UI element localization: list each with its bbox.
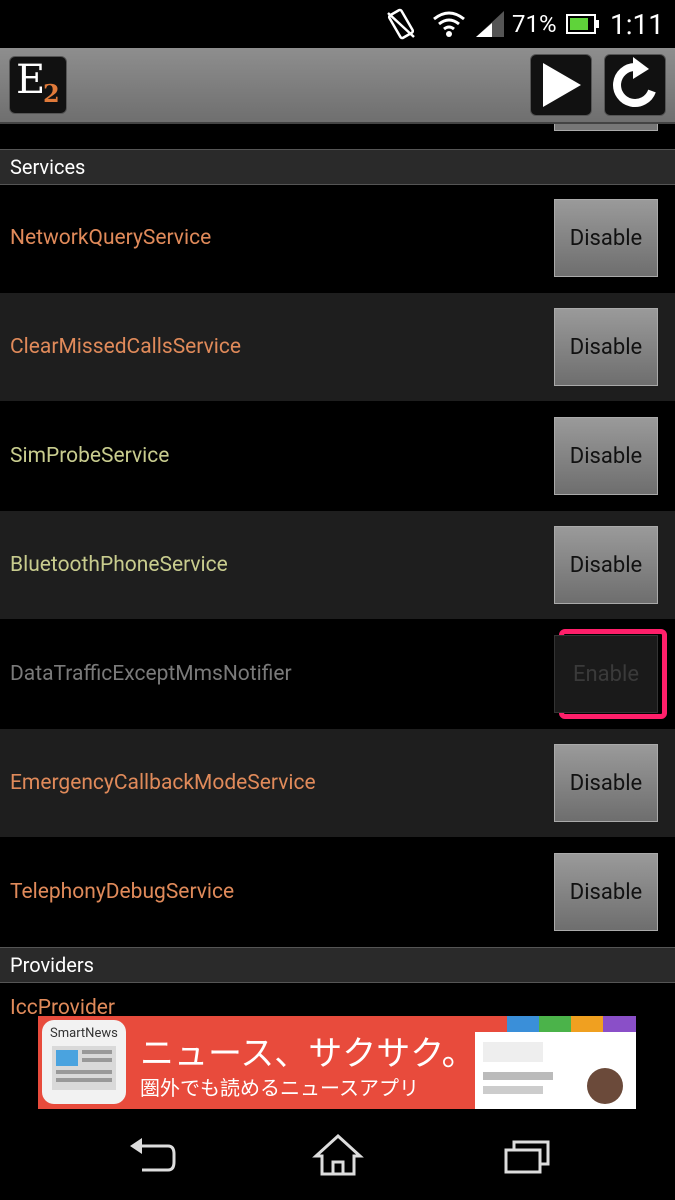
- provider-row-icc: IccProvider: [0, 982, 675, 1016]
- service-name: SimProbeService: [10, 444, 170, 468]
- home-icon: [312, 1133, 364, 1176]
- section-title: Services: [10, 155, 86, 179]
- play-icon: [543, 63, 581, 107]
- service-row-emergency-callback: EmergencyCallbackModeService Disable: [0, 729, 675, 837]
- service-name: NetworkQueryService: [10, 226, 212, 250]
- ad-phone-preview: [475, 1016, 636, 1109]
- recent-apps-button[interactable]: [496, 1132, 556, 1178]
- service-row-bluetooth-phone: BluetoothPhoneService Disable: [0, 511, 675, 619]
- component-list[interactable]: Services NetworkQueryService Disable Cle…: [0, 124, 675, 1016]
- service-name: DataTrafficExceptMmsNotifier: [10, 662, 292, 686]
- provider-name: IccProvider: [10, 996, 116, 1016]
- service-row-sim-probe: SimProbeService Disable: [0, 402, 675, 510]
- smartnews-app-icon: SmartNews: [42, 1020, 126, 1104]
- clock: 1:11: [610, 7, 664, 41]
- disable-button[interactable]: Disable: [554, 853, 658, 931]
- ad-subtitle: 圏外でも読めるニュースアプリ: [140, 1076, 419, 1100]
- section-title: Providers: [10, 953, 94, 977]
- partial-button-above: [554, 124, 658, 131]
- disable-button[interactable]: Disable: [554, 308, 658, 386]
- disable-button[interactable]: Disable: [554, 417, 658, 495]
- refresh-icon: [613, 57, 656, 107]
- disable-button[interactable]: Disable: [554, 199, 658, 277]
- enable-button[interactable]: Enable: [554, 635, 658, 713]
- action-bar: E 2: [0, 48, 675, 124]
- service-name: BluetoothPhoneService: [10, 553, 228, 577]
- app-logo: E 2: [9, 56, 67, 114]
- service-row-telephony-debug: TelephonyDebugService Disable: [0, 838, 675, 946]
- play-button[interactable]: [530, 54, 592, 116]
- navigation-bar: [0, 1110, 675, 1200]
- service-name: ClearMissedCallsService: [10, 335, 241, 359]
- service-row-network-query: NetworkQueryService Disable: [0, 184, 675, 292]
- refresh-button[interactable]: [604, 54, 666, 116]
- ad-banner[interactable]: SmartNews ニュース、サクサク。 圏外でも読めるニュースアプリ: [38, 1016, 636, 1109]
- disable-button[interactable]: Disable: [554, 526, 658, 604]
- service-name: EmergencyCallbackModeService: [10, 771, 316, 795]
- section-header-providers: Providers: [0, 947, 675, 983]
- wifi-icon: [432, 0, 466, 48]
- recent-apps-icon: [504, 1140, 550, 1174]
- signal-icon: [474, 0, 506, 48]
- section-header-services: Services: [0, 149, 675, 185]
- service-name: TelephonyDebugService: [10, 880, 235, 904]
- battery-icon: [566, 0, 600, 48]
- back-button[interactable]: [122, 1132, 182, 1178]
- status-bar: 71% 1:11: [0, 0, 675, 48]
- home-button[interactable]: [308, 1132, 368, 1178]
- service-row-data-traffic-notifier: DataTrafficExceptMmsNotifier Enable: [0, 620, 675, 728]
- logo-subscript: 2: [43, 79, 60, 108]
- battery-percent: 71%: [512, 10, 557, 38]
- disable-button[interactable]: Disable: [554, 744, 658, 822]
- back-icon: [130, 1138, 176, 1172]
- logo-letter: E: [16, 57, 46, 103]
- service-row-clear-missed-calls: ClearMissedCallsService Disable: [0, 293, 675, 401]
- vibrate-icon: [384, 0, 418, 48]
- ad-title: ニュース、サクサク。: [140, 1034, 476, 1074]
